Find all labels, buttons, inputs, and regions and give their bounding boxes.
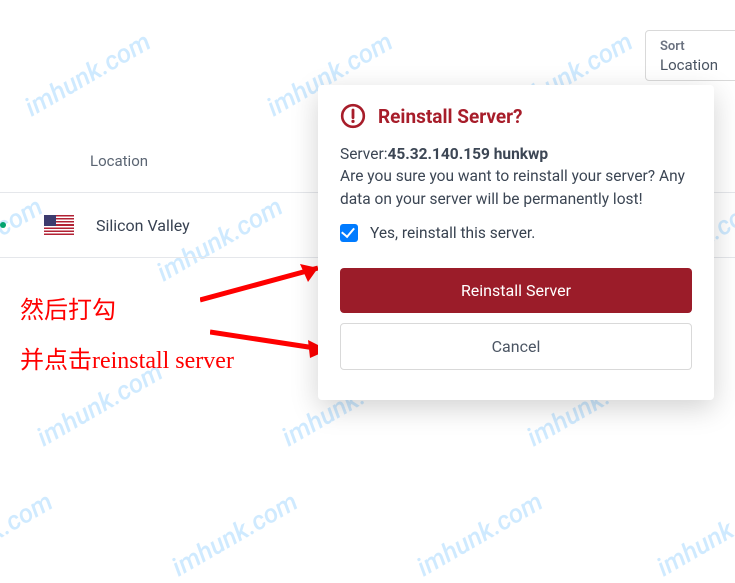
- reinstall-modal: Reinstall Server? Server:45.32.140.159 h…: [318, 85, 714, 400]
- sort-label: Sort: [660, 39, 735, 54]
- annotation-checkbox-hint: 然后打勾: [20, 290, 116, 325]
- server-value: 45.32.140.159 hunkwp: [387, 145, 548, 163]
- checkbox-checked-icon: [340, 224, 358, 242]
- alert-circle-icon: [340, 103, 366, 129]
- sort-value: Location: [660, 56, 735, 74]
- location-name: Silicon Valley: [96, 216, 190, 235]
- cancel-button[interactable]: Cancel: [340, 323, 692, 370]
- modal-body: Server:45.32.140.159 hunkwp Are you sure…: [340, 143, 692, 210]
- server-label: Server:: [340, 145, 387, 163]
- confirm-checkbox[interactable]: Yes, reinstall this server.: [340, 224, 692, 242]
- status-dot-icon: [0, 222, 6, 228]
- reinstall-button[interactable]: Reinstall Server: [340, 268, 692, 313]
- modal-title: Reinstall Server?: [378, 105, 523, 128]
- annotation-button-hint: 并点击reinstall server: [20, 340, 234, 375]
- confirm-text: Are you sure you want to reinstall your …: [340, 167, 685, 207]
- checkbox-label: Yes, reinstall this server.: [370, 224, 535, 242]
- sort-dropdown[interactable]: Sort Location: [645, 30, 735, 81]
- us-flag-icon: [44, 215, 74, 235]
